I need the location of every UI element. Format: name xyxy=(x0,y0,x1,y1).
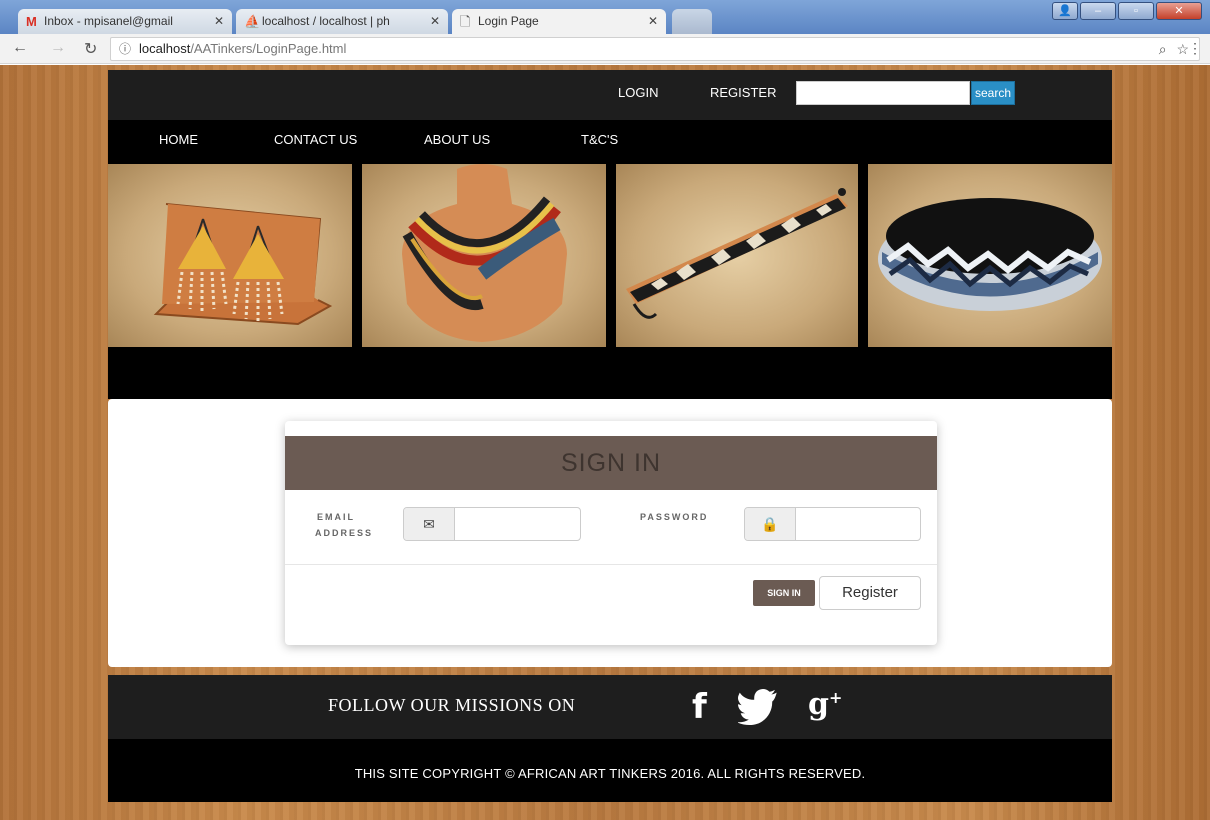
address-bar[interactable]: ⓘ localhost/AATinkers/LoginPage.html ⌕ ☆ xyxy=(110,37,1200,61)
tab-title: Inbox - mpisanel@gmail xyxy=(44,14,173,28)
tab-login-page[interactable]: 🗋 Login Page ✕ xyxy=(452,9,666,34)
phpmyadmin-icon: ⛵ xyxy=(244,14,261,29)
tab-title: localhost / localhost | ph xyxy=(262,14,390,28)
url-host: localhost xyxy=(139,41,191,56)
twitter-icon[interactable] xyxy=(737,689,782,730)
new-tab-button[interactable] xyxy=(672,9,712,34)
close-icon[interactable]: ✕ xyxy=(430,9,440,34)
window-controls: 👤 ‒ ▫ ✕ xyxy=(1052,2,1202,20)
register-link[interactable]: REGISTER xyxy=(710,70,776,115)
site-container: LOGIN REGISTER search HOME CONTACT US AB… xyxy=(108,65,1112,820)
top-bar: LOGIN REGISTER search xyxy=(108,70,1112,120)
nav-item-home[interactable]: HOME xyxy=(159,120,198,160)
signin-button[interactable]: SIGN IN xyxy=(753,580,815,606)
facebook-icon[interactable]: f xyxy=(692,687,707,727)
nav-item-about-us[interactable]: ABOUT US xyxy=(424,120,490,160)
browser-titlebar: M Inbox - mpisanel@gmail ✕ ⛵ localhost /… xyxy=(0,0,1210,34)
zoom-icon[interactable]: ⌕ xyxy=(1159,41,1167,57)
copyright-bar: THIS SITE COPYRIGHT © AFRICAN ART TINKER… xyxy=(108,739,1112,802)
omnibox-actions: ⌕ ☆ xyxy=(1159,38,1189,60)
lock-icon: 🔒 xyxy=(745,508,796,540)
page-icon: 🗋 xyxy=(460,14,471,29)
follow-bar: FOLLOW OUR MISSIONS ON f g+ xyxy=(108,675,1112,739)
maximize-button[interactable]: ▫ xyxy=(1118,2,1154,20)
minimize-button[interactable]: ‒ xyxy=(1080,2,1116,20)
google-plus-icon[interactable]: g+ xyxy=(808,687,842,722)
info-icon[interactable]: ⓘ xyxy=(119,38,131,60)
tab-title: Login Page xyxy=(478,14,539,28)
email-label: EMAIL ADDRESS xyxy=(315,509,373,541)
earrings-image xyxy=(108,164,352,347)
nav-item-contact-us[interactable]: CONTACT US xyxy=(274,120,357,160)
page-viewport: LOGIN REGISTER search HOME CONTACT US AB… xyxy=(0,65,1210,820)
gmail-icon: M xyxy=(26,14,37,29)
email-label-line2: ADDRESS xyxy=(315,528,374,538)
password-label: PASSWORD xyxy=(640,512,709,522)
login-link[interactable]: LOGIN xyxy=(618,70,658,115)
nav-item-terms[interactable]: T&C'S xyxy=(581,120,618,160)
necklace-image xyxy=(362,164,606,347)
back-icon[interactable]: ← xyxy=(12,39,28,57)
follow-text: FOLLOW OUR MISSIONS ON xyxy=(328,695,576,715)
close-icon[interactable]: ✕ xyxy=(214,9,224,34)
browser-toolbar: ← → ↻ ⓘ localhost/AATinkers/LoginPage.ht… xyxy=(0,34,1210,64)
register-button[interactable]: Register xyxy=(819,576,921,610)
content-panel: SIGN IN EMAIL ADDRESS ✉ PASSWORD 🔒 SIGN … xyxy=(108,399,1112,667)
tab-phpmyadmin[interactable]: ⛵ localhost / localhost | ph ✕ xyxy=(236,9,448,34)
menu-icon[interactable]: ⋮ xyxy=(1188,40,1202,57)
reload-icon[interactable]: ↻ xyxy=(84,39,97,59)
close-icon[interactable]: ✕ xyxy=(648,9,658,34)
search-button[interactable]: search xyxy=(971,81,1015,105)
url-path: /AATinkers/LoginPage.html xyxy=(190,41,347,56)
card-divider xyxy=(285,564,937,565)
signin-title: SIGN IN xyxy=(560,449,662,477)
tab-gmail[interactable]: M Inbox - mpisanel@gmail ✕ xyxy=(18,9,232,34)
envelope-icon: ✉ xyxy=(404,508,455,540)
bracelet-image xyxy=(616,164,858,347)
signin-card: SIGN IN EMAIL ADDRESS ✉ PASSWORD 🔒 SIGN … xyxy=(285,421,937,645)
search-input[interactable] xyxy=(796,81,970,105)
close-window-button[interactable]: ✕ xyxy=(1156,2,1202,20)
bangle-image xyxy=(868,164,1112,347)
forward-icon[interactable]: → xyxy=(50,39,66,57)
email-field[interactable]: ✉ xyxy=(403,507,581,541)
copyright-text: THIS SITE COPYRIGHT © AFRICAN ART TINKER… xyxy=(354,766,866,781)
email-label-line1: EMAIL xyxy=(317,512,355,522)
password-field[interactable]: 🔒 xyxy=(744,507,921,541)
user-icon[interactable]: 👤 xyxy=(1052,2,1078,20)
banner xyxy=(108,164,1112,399)
main-nav: HOME CONTACT US ABOUT US T&C'S xyxy=(108,120,1112,164)
